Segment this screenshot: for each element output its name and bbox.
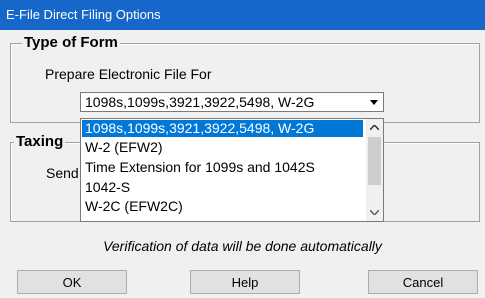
- ok-button[interactable]: OK: [17, 270, 127, 294]
- taxing-legend: Taxing: [14, 133, 66, 150]
- scroll-down-icon[interactable]: [366, 204, 383, 221]
- prepare-file-label: Prepare Electronic File For: [45, 66, 212, 82]
- form-type-dropdown-list[interactable]: 1098s,1099s,3921,3922,5498, W-2G W-2 (EF…: [80, 118, 384, 222]
- dropdown-option[interactable]: 1042-S: [82, 179, 130, 196]
- dropdown-option[interactable]: W-2C (EFW2C): [82, 198, 183, 215]
- dropdown-option[interactable]: Time Extension for 1099s and 1042S: [82, 159, 315, 176]
- send-label: Send: [46, 165, 79, 181]
- form-type-selected: 1098s,1099s,3921,3922,5498, W-2G: [85, 94, 315, 110]
- scroll-up-icon[interactable]: [366, 119, 383, 136]
- dialog-client: Type of Form Prepare Electronic File For…: [0, 30, 485, 298]
- verification-note: Verification of data will be done automa…: [103, 238, 382, 254]
- window-title: E-File Direct Filing Options: [6, 7, 161, 22]
- dropdown-option[interactable]: 1098s,1099s,3921,3922,5498, W-2G: [82, 120, 363, 137]
- type-of-form-legend: Type of Form: [22, 34, 120, 51]
- title-bar: E-File Direct Filing Options: [0, 0, 485, 30]
- dropdown-scrollbar[interactable]: [366, 119, 383, 221]
- dropdown-option[interactable]: W-2 (EFW2): [82, 139, 163, 156]
- form-type-combo[interactable]: 1098s,1099s,3921,3922,5498, W-2G: [80, 92, 384, 112]
- scrollbar-thumb[interactable]: [368, 137, 381, 185]
- help-button[interactable]: Help: [190, 270, 300, 294]
- cancel-button[interactable]: Cancel: [368, 270, 478, 294]
- chevron-down-icon[interactable]: [366, 94, 382, 110]
